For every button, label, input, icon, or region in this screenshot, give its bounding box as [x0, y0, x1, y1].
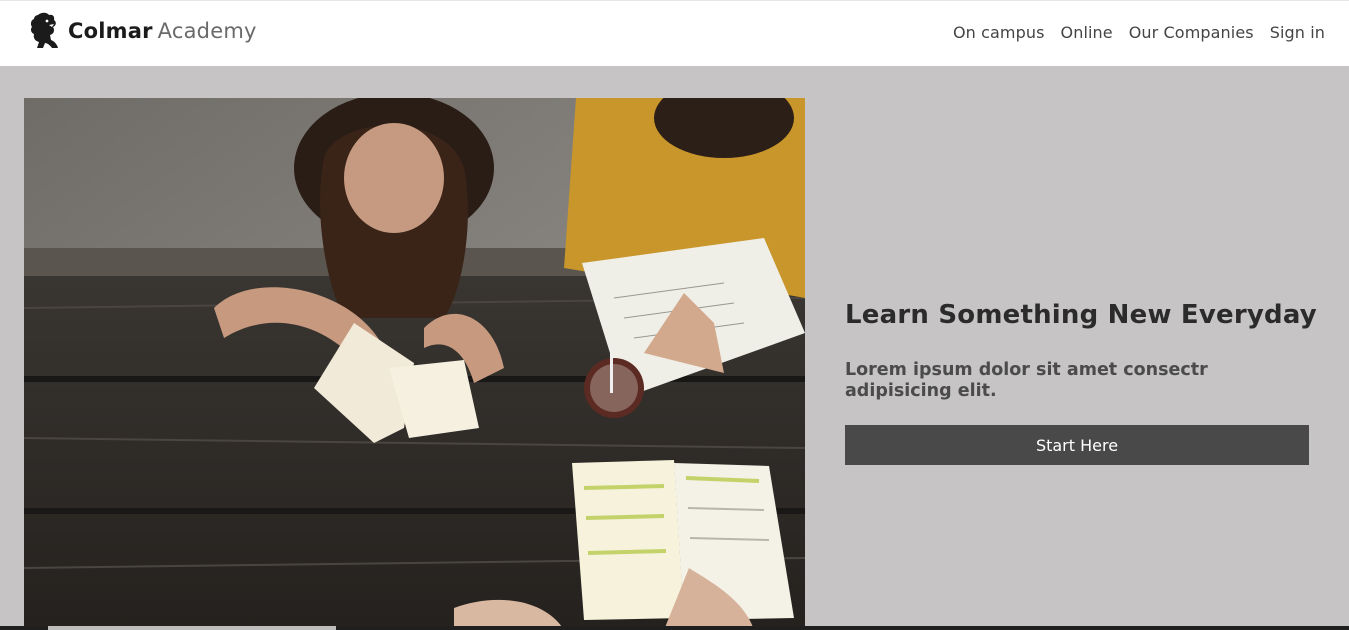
nav-sign-in[interactable]: Sign in: [1270, 23, 1325, 42]
brand-logo-link[interactable]: Colmar Academy: [28, 12, 257, 50]
bottom-scroll-thumb[interactable]: [48, 626, 336, 630]
hero-subtext: Lorem ipsum dolor sit amet consectr adip…: [845, 360, 1208, 401]
brand-name-bold: Colmar: [68, 19, 153, 43]
nav-online[interactable]: Online: [1061, 23, 1113, 42]
lion-icon: [30, 12, 58, 48]
hero-headline: Learn Something New Everyday: [845, 300, 1317, 330]
hero-photo: [24, 98, 805, 630]
main-nav: On campus Online Our Companies Sign in: [953, 23, 1325, 42]
brand-name-light: Academy: [157, 19, 257, 43]
nav-on-campus[interactable]: On campus: [953, 23, 1045, 42]
start-here-button[interactable]: Start Here: [845, 425, 1309, 465]
top-navbar: Colmar Academy On campus Online Our Compa…: [0, 0, 1349, 66]
nav-our-companies[interactable]: Our Companies: [1129, 23, 1254, 42]
hero-panel: Learn Something New Everyday Lorem ipsum…: [845, 300, 1317, 465]
